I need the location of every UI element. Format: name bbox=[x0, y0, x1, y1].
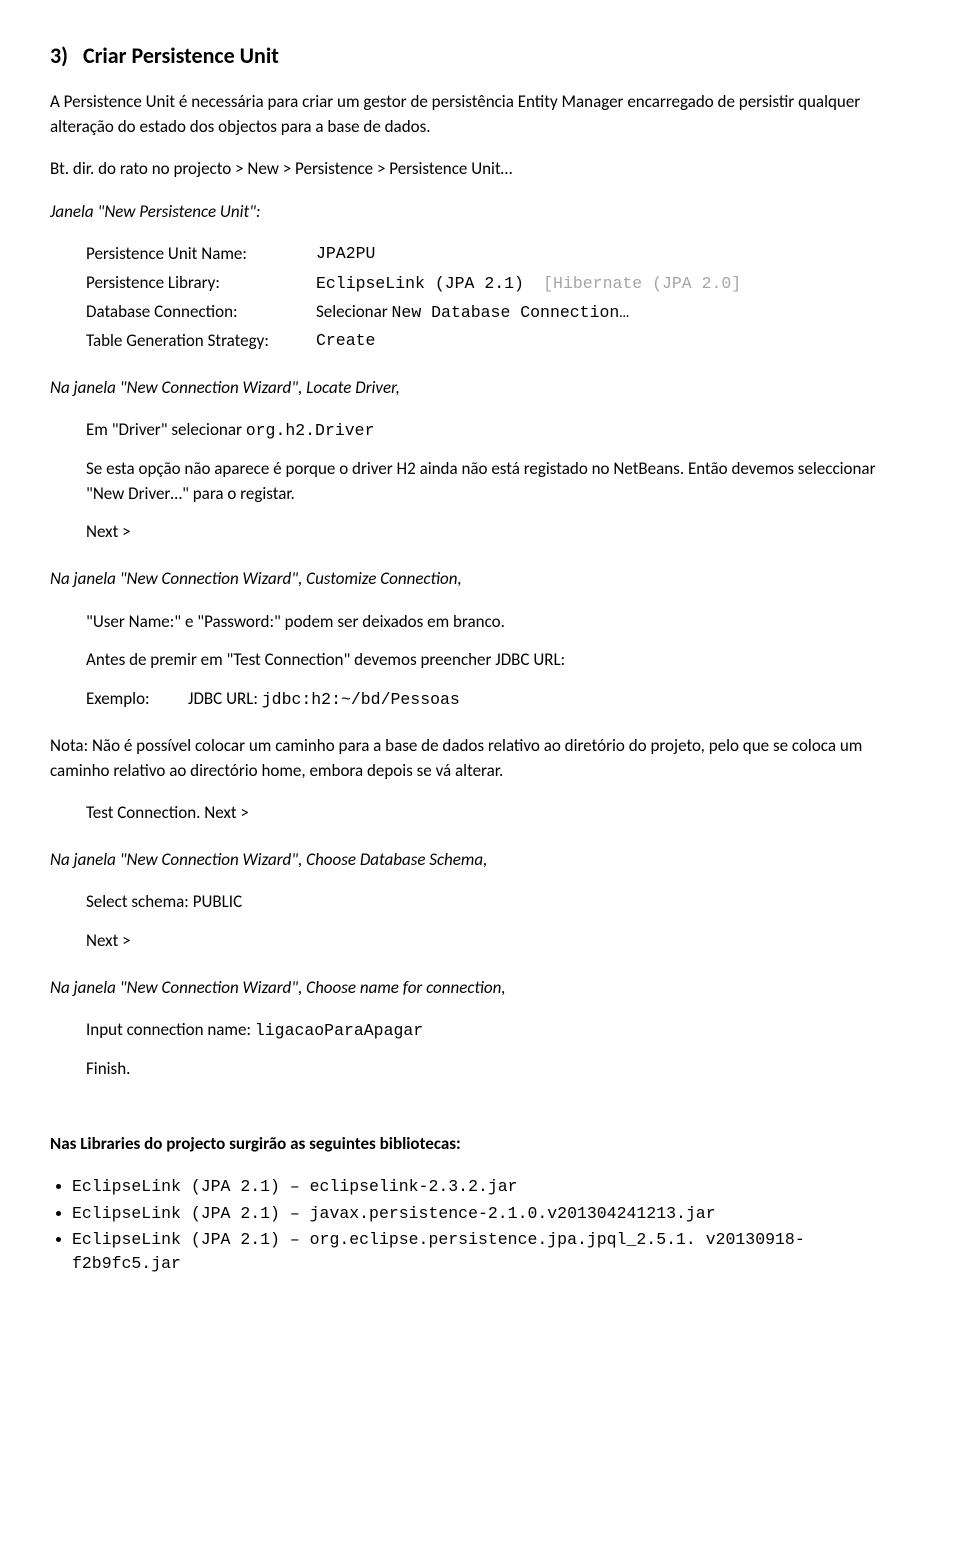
locate-note: Se esta opção não aparece é porque o dri… bbox=[86, 457, 910, 506]
list-item: EclipseLink (JPA 2.1) – org.eclipse.pers… bbox=[72, 1228, 910, 1276]
window-title-customize: Na janela "New Connection Wizard", Custo… bbox=[50, 567, 910, 592]
label-library: Persistence Library: bbox=[86, 271, 316, 296]
row-persistence-unit-name: Persistence Unit Name: JPA2PU bbox=[86, 242, 910, 267]
libraries-list: EclipseLink (JPA 2.1) – eclipselink-2.3.… bbox=[50, 1175, 910, 1277]
list-item: EclipseLink (JPA 2.1) – javax.persistenc… bbox=[72, 1202, 910, 1226]
value-library: EclipseLink (JPA 2.1) bbox=[316, 274, 524, 293]
section-heading: 3) Criar Persistence Unit bbox=[50, 40, 910, 72]
customize-line2: Antes de premir em "Test Connection" dev… bbox=[86, 648, 910, 673]
label-db: Database Connection: bbox=[86, 300, 316, 325]
customize-line1: "User Name:" e "Password:" podem ser dei… bbox=[86, 610, 910, 635]
example-label: Exemplo: bbox=[86, 688, 150, 709]
intro-paragraph: A Persistence Unit é necessária para cri… bbox=[50, 90, 910, 139]
window-title-schema: Na janela "New Connection Wizard", Choos… bbox=[50, 848, 910, 873]
example-prefix: JDBC URL: bbox=[188, 688, 262, 709]
locate-driver-value: org.h2.Driver bbox=[246, 421, 375, 440]
locate-next: Next > bbox=[86, 520, 910, 545]
window-title-name: Na janela "New Connection Wizard", Choos… bbox=[50, 976, 910, 1001]
value-tgs: Create bbox=[316, 329, 910, 354]
finish-line: Finish. bbox=[86, 1057, 910, 1082]
window-title-1: Janela "New Persistence Unit": bbox=[50, 200, 910, 225]
row-db-connection: Database Connection: Selecionar New Data… bbox=[86, 300, 910, 325]
section-title: Criar Persistence Unit bbox=[83, 42, 279, 69]
locate-driver-text: Em "Driver" selecionar bbox=[86, 419, 246, 440]
label-tgs: Table Generation Strategy: bbox=[86, 329, 316, 354]
value-db-prefix: Selecionar bbox=[316, 301, 392, 322]
label-pu-name: Persistence Unit Name: bbox=[86, 242, 316, 267]
nav-breadcrumb: Bt. dir. do rato no projecto > New > Per… bbox=[50, 157, 910, 182]
customize-example: Exemplo: JDBC URL: jdbc:h2:~/bd/Pessoas bbox=[86, 687, 910, 712]
libraries-title: Nas Libraries do projecto surgirão as se… bbox=[50, 1132, 910, 1157]
test-next: Test Connection. Next > bbox=[86, 801, 910, 826]
window-title-locate: Na janela "New Connection Wizard", Locat… bbox=[50, 376, 910, 401]
list-item: EclipseLink (JPA 2.1) – eclipselink-2.3.… bbox=[72, 1175, 910, 1199]
conn-name-prefix: Input connection name: bbox=[86, 1019, 255, 1040]
nota-paragraph: Nota: Não é possível colocar um caminho … bbox=[50, 734, 910, 783]
example-value: jdbc:h2:~/bd/Pessoas bbox=[262, 690, 460, 709]
value-pu-name: JPA2PU bbox=[316, 242, 910, 267]
conn-name-line: Input connection name: ligacaoParaApagar bbox=[86, 1018, 910, 1043]
conn-name-value: ligacaoParaApagar bbox=[255, 1021, 423, 1040]
schema-line: Select schema: PUBLIC bbox=[86, 890, 910, 915]
row-persistence-library: Persistence Library: EclipseLink (JPA 2.… bbox=[86, 271, 910, 296]
value-db-wrap: Selecionar New Database Connection… bbox=[316, 300, 910, 325]
value-db: New Database Connection… bbox=[392, 303, 630, 322]
schema-next: Next > bbox=[86, 929, 910, 954]
section-number: 3) bbox=[50, 42, 68, 69]
value-library-wrap: EclipseLink (JPA 2.1) [Hibernate (JPA 2.… bbox=[316, 271, 910, 296]
row-table-gen: Table Generation Strategy: Create bbox=[86, 329, 910, 354]
value-library-note: [Hibernate (JPA 2.0] bbox=[543, 274, 741, 293]
locate-driver-line: Em "Driver" selecionar org.h2.Driver bbox=[86, 418, 910, 443]
